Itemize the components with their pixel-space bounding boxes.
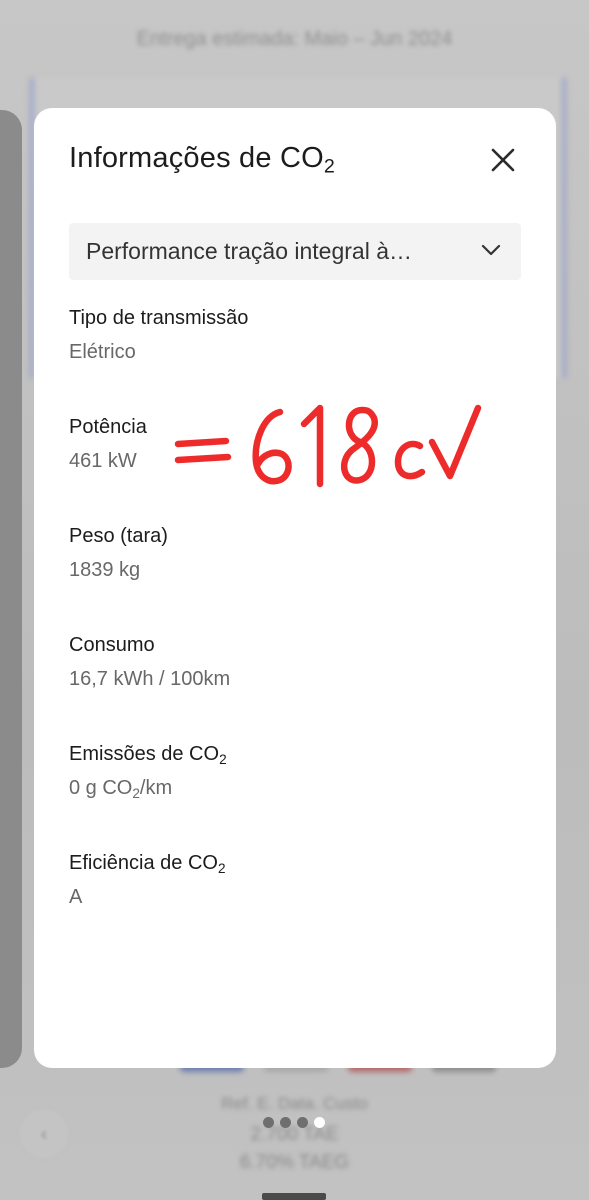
- spec-label-subscript: 2: [217, 860, 226, 876]
- spec-label-text: Emissões de CO: [69, 743, 220, 765]
- handwritten-annotation: [174, 404, 482, 488]
- background-bottom-bar: [262, 1193, 326, 1200]
- spec-transmission: Tipo de transmissão Elétrico: [69, 306, 529, 364]
- model-select[interactable]: Performance tração integral à…: [69, 223, 521, 280]
- modal-title-subscript: 2: [323, 155, 336, 178]
- pager-dot[interactable]: [280, 1117, 291, 1128]
- background-delivery-estimate: Entrega estimada: Maio – Jun 2024: [136, 28, 453, 50]
- pager-dot[interactable]: [297, 1117, 308, 1128]
- spec-label: Eficiência de CO2: [69, 851, 529, 875]
- spec-label-subscript: 2: [219, 751, 227, 767]
- pager-dots: [263, 1117, 325, 1128]
- spec-value-subscript: 2: [132, 785, 140, 801]
- modal-title: Informações de CO2: [69, 142, 336, 178]
- pager-dot[interactable]: [263, 1117, 274, 1128]
- spec-label: Tipo de transmissão: [69, 307, 249, 329]
- spec-value: 1839 kg: [69, 559, 141, 581]
- chevron-down-icon: [481, 244, 501, 256]
- spec-emissions: Emissões de CO2 0 g CO2/km: [69, 742, 529, 800]
- background-footer-line: 6.70% TAEG: [239, 1152, 350, 1173]
- spec-consumption: Consumo 16,7 kWh / 100km: [69, 633, 529, 691]
- spec-weight: Peso (tara) 1839 kg: [69, 524, 529, 582]
- pager-dot-active[interactable]: [314, 1117, 325, 1128]
- spec-efficiency: Eficiência de CO2 A: [69, 851, 529, 909]
- close-icon: [491, 148, 515, 172]
- close-button[interactable]: [487, 144, 519, 176]
- spec-value: A: [69, 886, 83, 908]
- spec-value: Elétrico: [69, 341, 136, 363]
- background-side-card: [0, 110, 22, 1068]
- model-select-value: Performance tração integral à…: [86, 238, 412, 264]
- spec-label: Peso (tara): [69, 525, 168, 547]
- spec-value: 0 g CO2/km: [69, 776, 529, 800]
- spec-value-text: 0 g CO: [69, 777, 133, 799]
- modal-title-text: Informações de CO: [69, 142, 324, 174]
- spec-label: Emissões de CO2: [69, 742, 529, 766]
- spec-label-text: Eficiência de CO: [69, 852, 218, 874]
- background-footer-line: Ref. E. Data. Custo: [221, 1094, 368, 1113]
- spec-value: 16,7 kWh / 100km: [69, 668, 231, 690]
- spec-label: Consumo: [69, 634, 155, 656]
- spec-value-unit: /km: [139, 777, 173, 799]
